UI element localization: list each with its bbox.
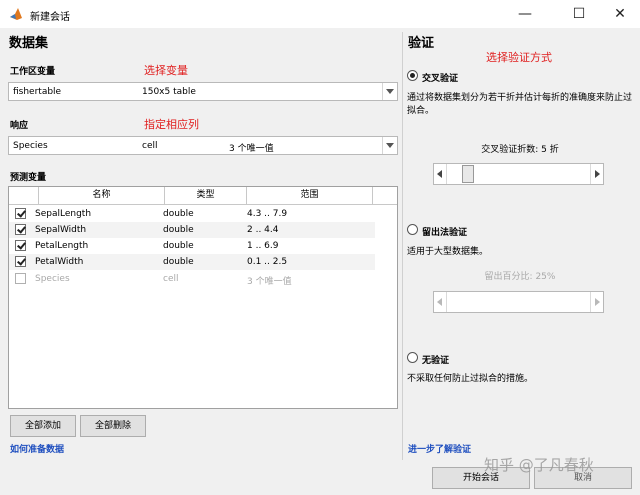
slider-thumb[interactable]	[462, 165, 474, 183]
table-row[interactable]: PetalWidth double 0.1 .. 2.5	[9, 254, 375, 270]
holdout-pct-label: 留出百分比: 25%	[484, 272, 556, 282]
close-button[interactable]: ✕	[597, 0, 640, 28]
workspace-label: 工作区变量	[10, 67, 56, 77]
no-validation-label[interactable]: 无验证	[422, 353, 449, 366]
table-row[interactable]: SepalLength double 4.3 .. 7.9	[9, 206, 375, 222]
chevron-down-icon[interactable]	[382, 83, 397, 100]
header-type[interactable]: 类型	[165, 187, 247, 204]
watermark: 知乎 @了凡春秋	[484, 456, 594, 474]
header-check-column	[9, 187, 39, 204]
response-label: 响应	[10, 121, 29, 131]
row-name: SepalWidth	[35, 225, 87, 235]
row-checkbox[interactable]	[15, 208, 26, 219]
row-type: double	[163, 241, 194, 251]
chevron-down-icon[interactable]	[382, 137, 397, 154]
workspace-info: 150x5 table	[142, 87, 196, 97]
remove-all-button[interactable]: 全部删除	[80, 415, 146, 437]
response-dropdown[interactable]: Species cell 3 个唯一值	[8, 136, 398, 155]
header-name[interactable]: 名称	[39, 187, 165, 204]
window-title: 新建会话	[30, 12, 70, 23]
maximize-button[interactable]: ☐	[556, 0, 602, 28]
row-range: 4.3 .. 7.9	[247, 209, 288, 219]
response-value: Species	[13, 141, 48, 151]
table-row[interactable]: PetalLength double 1 .. 6.9	[9, 238, 375, 254]
table-row[interactable]: Species cell 3 个唯一值	[9, 271, 375, 287]
row-type: double	[163, 209, 194, 219]
panel-divider	[402, 32, 403, 460]
validation-note: 选择验证方式	[486, 51, 552, 64]
slider-left-arrow-icon	[434, 292, 447, 312]
row-range: 2 .. 4.4	[247, 225, 279, 235]
validation-title: 验证	[408, 36, 435, 51]
holdout-label[interactable]: 留出法验证	[422, 225, 467, 238]
response-note: 指定相应列	[144, 118, 199, 131]
matlab-logo-icon	[10, 8, 22, 20]
row-name: Species	[35, 274, 70, 284]
slider-left-arrow-icon[interactable]	[434, 164, 447, 184]
response-type: cell	[142, 141, 158, 151]
row-range: 3 个唯一值	[247, 277, 292, 287]
workspace-value: fishertable	[13, 87, 62, 97]
no-validation-radio[interactable]	[407, 352, 418, 363]
cross-validation-desc: 通过将数据集划分为若干折并估计每折的准确度来防止过拟合。	[407, 93, 633, 116]
header-range[interactable]: 范围	[247, 187, 373, 204]
no-validation-desc: 不采取任何防止过拟合的措施。	[407, 374, 534, 384]
holdout-desc: 适用于大型数据集。	[407, 247, 489, 257]
slider-right-arrow-icon[interactable]	[590, 164, 603, 184]
table-row[interactable]: SepalWidth double 2 .. 4.4	[9, 222, 375, 238]
row-checkbox[interactable]	[15, 256, 26, 267]
slider-right-arrow-icon	[590, 292, 603, 312]
row-checkbox[interactable]	[15, 273, 26, 284]
folds-label: 交叉验证折数: 5 折	[481, 145, 559, 155]
holdout-radio[interactable]	[407, 224, 418, 235]
row-range: 0.1 .. 2.5	[247, 257, 288, 267]
how-to-prepare-link[interactable]: 如何准备数据	[10, 442, 64, 455]
table-header: 名称 类型 范围	[9, 187, 397, 205]
workspace-dropdown[interactable]: fishertable 150x5 table	[8, 82, 398, 101]
predictors-table: 名称 类型 范围 SepalLength double 4.3 .. 7.9 S…	[8, 186, 398, 409]
row-type: double	[163, 225, 194, 235]
add-all-button[interactable]: 全部添加	[10, 415, 76, 437]
predictors-label: 预测变量	[10, 173, 47, 183]
row-name: PetalLength	[35, 241, 89, 251]
title-bar: 新建会话 — ☐ ✕	[0, 0, 640, 28]
row-checkbox[interactable]	[15, 240, 26, 251]
learn-more-link[interactable]: 进一步了解验证	[408, 442, 471, 455]
minimize-button[interactable]: —	[502, 0, 548, 28]
row-checkbox[interactable]	[15, 224, 26, 235]
row-type: double	[163, 257, 194, 267]
cross-validation-radio[interactable]	[407, 70, 418, 81]
dataset-title: 数据集	[9, 36, 49, 51]
workspace-note: 选择变量	[144, 64, 188, 77]
row-range: 1 .. 6.9	[247, 241, 279, 251]
row-type: cell	[163, 274, 179, 284]
row-name: SepalLength	[35, 209, 92, 219]
row-name: PetalWidth	[35, 257, 84, 267]
folds-slider[interactable]	[433, 163, 604, 185]
response-range: 3 个唯一值	[229, 144, 274, 154]
cross-validation-label[interactable]: 交叉验证	[422, 71, 458, 84]
holdout-slider	[433, 291, 604, 313]
